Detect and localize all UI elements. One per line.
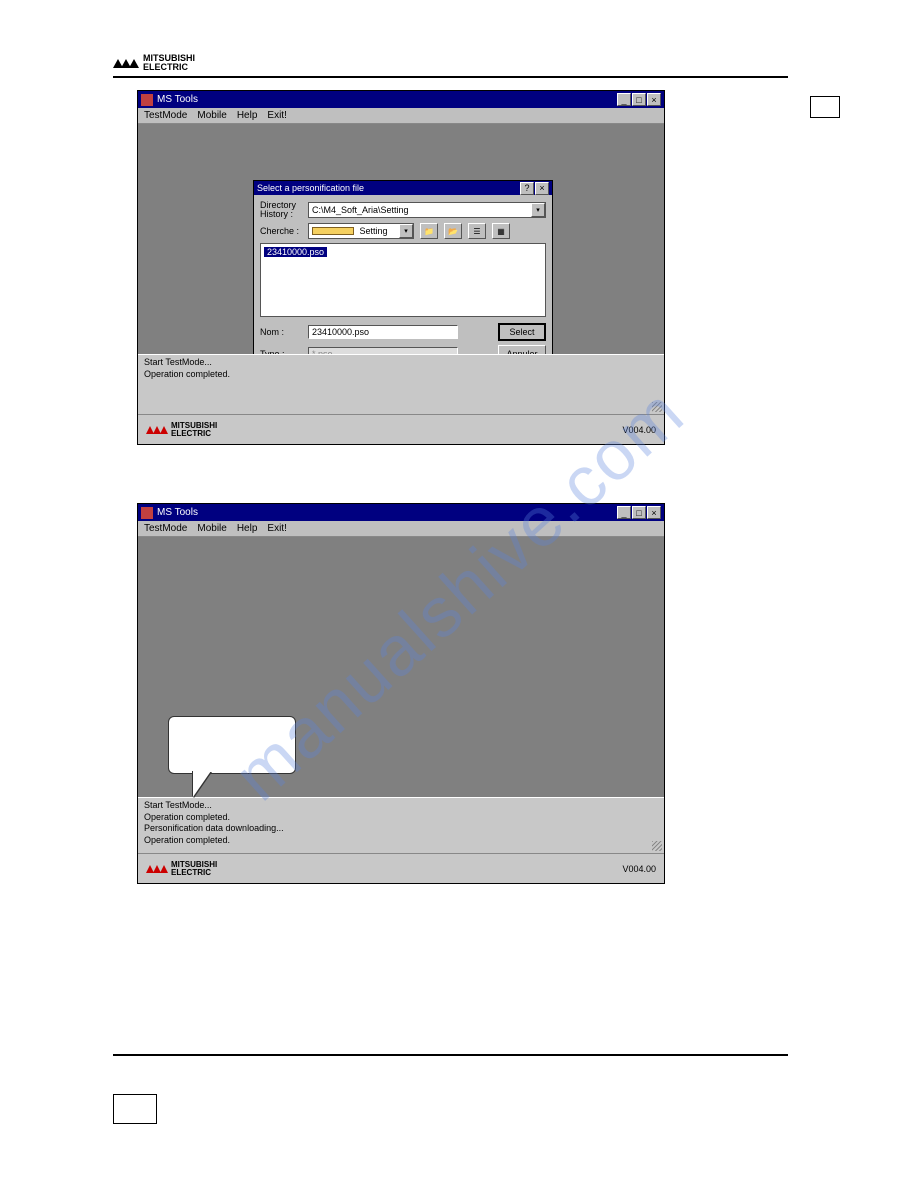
folder-icon: [312, 227, 354, 235]
version-label-2: V004.00: [622, 864, 656, 874]
select-button[interactable]: Select: [498, 323, 546, 341]
status-line: Start TestMode...: [144, 357, 658, 369]
menubar-1: TestMode Mobile Help Exit!: [138, 108, 664, 124]
window-title-1: MS Tools: [157, 94, 617, 105]
nom-label: Nom :: [260, 327, 302, 337]
menu-mobile[interactable]: Mobile: [197, 523, 226, 534]
status-line: Operation completed.: [144, 812, 658, 824]
cherche-label: Cherche :: [260, 226, 302, 236]
close-button[interactable]: ×: [647, 93, 661, 106]
menu-exit[interactable]: Exit!: [267, 110, 286, 121]
cherche-value: Setting: [357, 226, 397, 236]
list-view-button[interactable]: ☰: [468, 223, 486, 239]
dirhist-combo[interactable]: C:\M4_Soft_Aria\Setting ▾: [308, 202, 546, 218]
up-folder-button[interactable]: 📁: [420, 223, 438, 239]
status-line: Personification data downloading...: [144, 823, 658, 835]
app-icon: [141, 94, 153, 106]
status-panel-1: Start TestMode... Operation completed.: [138, 354, 664, 414]
resize-grip-icon: [652, 841, 662, 851]
details-view-button[interactable]: ▦: [492, 223, 510, 239]
app-icon: [141, 507, 153, 519]
dialog-titlebar: Select a personification file ? ×: [254, 181, 552, 195]
branding-bar-1: MITSUBISHI ELECTRIC V004.00: [138, 414, 664, 444]
menu-testmode[interactable]: TestMode: [144, 523, 187, 534]
resize-grip-icon: [652, 402, 662, 412]
menu-help[interactable]: Help: [237, 110, 258, 121]
titlebar-1: MS Tools _ □ ×: [138, 91, 664, 108]
window-title-2: MS Tools: [157, 507, 617, 518]
status-line: Start TestMode...: [144, 800, 658, 812]
page-number-box-top: [810, 96, 840, 118]
branding-bar-2: MITSUBISHI ELECTRIC V004.00: [138, 853, 664, 883]
page-header: MITSUBISHI ELECTRIC: [113, 54, 788, 78]
callout-bubble: [168, 716, 296, 774]
file-dialog: Select a personification file ? × Direct…: [253, 180, 553, 374]
footer-rule: [113, 1054, 788, 1056]
chevron-down-icon[interactable]: ▾: [399, 224, 413, 238]
titlebar-2: MS Tools _ □ ×: [138, 504, 664, 521]
menu-help[interactable]: Help: [237, 523, 258, 534]
status-panel-2: Start TestMode... Operation completed. P…: [138, 797, 664, 853]
cherche-combo[interactable]: Setting ▾: [308, 223, 414, 239]
minimize-button[interactable]: _: [617, 506, 631, 519]
close-button[interactable]: ×: [647, 506, 661, 519]
app-window-2: MS Tools _ □ × TestMode Mobile Help Exit…: [137, 503, 665, 884]
dirhist-value: C:\M4_Soft_Aria\Setting: [309, 205, 531, 215]
file-list-item[interactable]: 23410000.pso: [264, 247, 327, 257]
maximize-button[interactable]: □: [632, 506, 646, 519]
menu-exit[interactable]: Exit!: [267, 523, 286, 534]
mitsubishi-logo-icon: [113, 59, 137, 68]
maximize-button[interactable]: □: [632, 93, 646, 106]
menu-mobile[interactable]: Mobile: [197, 110, 226, 121]
dialog-title: Select a personification file: [257, 183, 520, 193]
status-line: Operation completed.: [144, 369, 658, 381]
dirhist-label: Directory History :: [260, 201, 302, 219]
minimize-button[interactable]: _: [617, 93, 631, 106]
dialog-help-button[interactable]: ?: [520, 182, 534, 195]
app-window-1: MS Tools _ □ × TestMode Mobile Help Exit…: [137, 90, 665, 445]
chevron-down-icon[interactable]: ▾: [531, 203, 545, 217]
menu-testmode[interactable]: TestMode: [144, 110, 187, 121]
status-line: Operation completed.: [144, 835, 658, 847]
nom-field[interactable]: 23410000.pso: [308, 325, 458, 339]
new-folder-button[interactable]: 📂: [444, 223, 462, 239]
workspace-1: Select a personification file ? × Direct…: [138, 124, 664, 354]
page-number-box-bottom: [113, 1094, 157, 1124]
brand-line2: ELECTRIC: [143, 63, 195, 72]
version-label-1: V004.00: [622, 425, 656, 435]
file-list[interactable]: 23410000.pso: [260, 243, 546, 317]
menubar-2: TestMode Mobile Help Exit!: [138, 521, 664, 537]
dialog-close-button[interactable]: ×: [535, 182, 549, 195]
